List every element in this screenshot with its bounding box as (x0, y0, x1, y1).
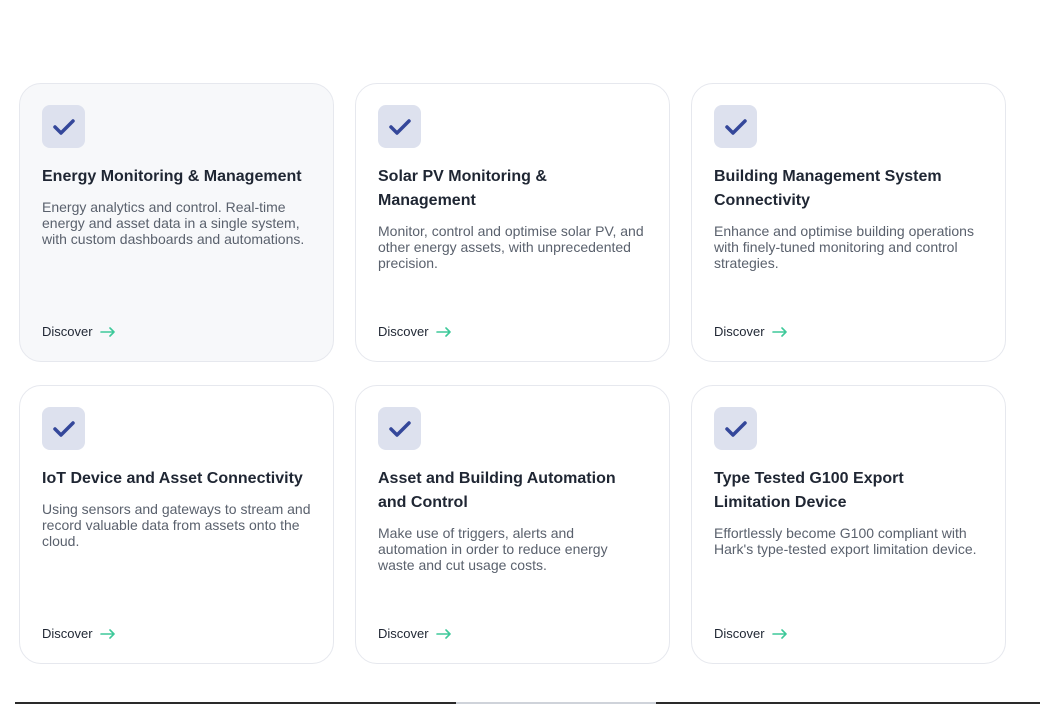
discover-link[interactable]: Discover (714, 324, 788, 339)
arrow-right-icon (771, 628, 787, 639)
discover-label: Discover (42, 626, 93, 641)
check-icon (52, 118, 75, 135)
discover-link[interactable]: Discover (714, 626, 788, 641)
card-title: Solar PV Monitoring & Management (378, 168, 547, 209)
card-description: Enhance and optimise building operations… (714, 223, 974, 271)
solution-card-solar-pv[interactable]: Solar PV Monitoring & Management Monitor… (355, 83, 670, 362)
card-description: Monitor, control and optimise solar PV, … (378, 223, 644, 271)
check-icon (724, 118, 747, 135)
solution-card-automation-control[interactable]: Asset and Building Automation and Contro… (355, 385, 670, 664)
discover-label: Discover (378, 324, 429, 339)
card-description: Effortlessly become G100 compliant with … (714, 525, 977, 557)
discover-link[interactable]: Discover (378, 324, 452, 339)
discover-label: Discover (378, 626, 429, 641)
arrow-right-icon (435, 326, 451, 337)
check-icon (388, 118, 411, 135)
solution-card-bms-connectivity[interactable]: Building Management System Connectivity … (691, 83, 1006, 362)
check-icon (724, 420, 747, 437)
card-title: Asset and Building Automation and Contro… (378, 470, 616, 511)
check-badge (378, 105, 421, 148)
check-badge (42, 105, 85, 148)
discover-link[interactable]: Discover (378, 626, 452, 641)
discover-link[interactable]: Discover (42, 626, 116, 641)
discover-label: Discover (42, 324, 93, 339)
arrow-right-icon (99, 628, 115, 639)
solutions-grid: Energy Monitoring & Management Energy an… (19, 83, 1006, 664)
arrow-right-icon (771, 326, 787, 337)
check-badge (42, 407, 85, 450)
card-description: Make use of triggers, alerts and automat… (378, 525, 608, 573)
check-badge (714, 407, 757, 450)
check-badge (378, 407, 421, 450)
discover-link[interactable]: Discover (42, 324, 116, 339)
card-title: Energy Monitoring & Management (42, 168, 302, 185)
card-description: Using sensors and gateways to stream and… (42, 501, 311, 549)
solution-card-g100-export[interactable]: Type Tested G100 Export Limitation Devic… (691, 385, 1006, 664)
arrow-right-icon (99, 326, 115, 337)
check-icon (52, 420, 75, 437)
discover-label: Discover (714, 626, 765, 641)
check-icon (388, 420, 411, 437)
solution-card-iot-connectivity[interactable]: IoT Device and Asset Connectivity Using … (19, 385, 334, 664)
card-title: Type Tested G100 Export Limitation Devic… (714, 470, 904, 511)
card-description: Energy analytics and control. Real-time … (42, 199, 305, 247)
arrow-right-icon (435, 628, 451, 639)
scrollbar-thumb[interactable] (456, 702, 656, 704)
card-title: IoT Device and Asset Connectivity (42, 470, 303, 487)
discover-label: Discover (714, 324, 765, 339)
solution-card-energy-monitoring[interactable]: Energy Monitoring & Management Energy an… (19, 83, 334, 362)
horizontal-scrollbar[interactable] (15, 702, 1040, 704)
card-title: Building Management System Connectivity (714, 168, 942, 209)
check-badge (714, 105, 757, 148)
